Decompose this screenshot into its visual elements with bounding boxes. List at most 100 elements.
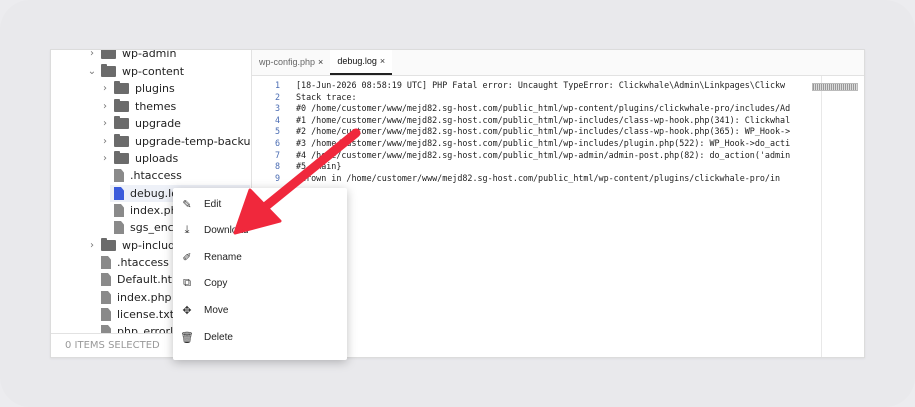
line-number: 3 <box>274 103 280 114</box>
tree-item[interactable]: › uploads <box>100 150 178 167</box>
menu-item-download[interactable]: ⤓ Download <box>173 218 347 244</box>
editor-tabs: wp-config.php × debug.log × <box>252 50 864 76</box>
chevron-right-icon[interactable]: › <box>100 118 110 129</box>
folder-icon <box>114 99 129 112</box>
chevron-right-icon[interactable]: › <box>100 136 110 147</box>
tree-item-label: license.txt <box>117 308 175 321</box>
tree-item-label: upgrade <box>135 117 181 130</box>
file-icon <box>114 221 124 234</box>
code-line: 3 #0 /home/customer/www/mejd82.sg-host.co… <box>252 103 852 115</box>
line-number: 8 <box>274 161 280 172</box>
tree-item[interactable]: license.txt <box>101 306 174 323</box>
tree-item[interactable]: › themes <box>100 98 176 115</box>
menu-item-delete[interactable]: 🗑 Delete <box>173 324 347 350</box>
code-line: 6 #3 /home/customer/www/mejd82.sg-host.co… <box>252 138 852 150</box>
tree-item[interactable]: › upgrade-temp-backup <box>100 133 251 150</box>
rename-icon: ✐ <box>182 251 192 264</box>
menu-item-label: Delete <box>204 331 233 343</box>
tree-item-label: wp-admin <box>122 50 177 60</box>
chevron-right-icon[interactable]: › <box>100 101 110 112</box>
download-icon: ⤓ <box>184 224 190 237</box>
line-number: 5 <box>274 126 280 137</box>
folder-icon <box>101 64 116 77</box>
line-number: 7 <box>274 149 280 160</box>
menu-item-copy[interactable]: ⧉ Copy <box>173 271 347 297</box>
menu-item-label: Edit <box>204 198 222 210</box>
line-number: 1 <box>274 80 280 90</box>
move-icon: ✥ <box>182 304 192 317</box>
chevron-right-icon[interactable]: › <box>100 153 110 164</box>
file-icon <box>114 169 124 182</box>
tree-item-label: plugins <box>135 82 175 95</box>
tree-item[interactable]: .htaccess <box>114 167 182 184</box>
menu-item-label: Copy <box>204 278 228 290</box>
chevron-right-icon[interactable]: › <box>87 50 97 59</box>
tree-item-label: index.php <box>117 291 172 304</box>
file-icon <box>114 187 124 200</box>
file-icon <box>101 291 111 304</box>
trash-icon: 🗑 <box>180 331 194 344</box>
tree-item[interactable]: .htaccess <box>101 254 169 271</box>
editor-tab[interactable]: debug.log × <box>330 50 393 75</box>
code-line: 7 #4 /home/customer/www/mejd82.sg-host.co… <box>252 150 852 162</box>
code-line: 1 [18-Jun-2026 08:58:19 UTC] PHP Fatal er… <box>252 80 852 92</box>
context-menu: ✎ Edit ⤓ Download ✐ Rename ⧉ Copy ✥ Move 🗑 Delete <box>173 188 347 360</box>
tree-item-label: .htaccess <box>130 169 182 182</box>
tab-label: wp-config.php <box>259 57 316 67</box>
line-text: #2 /home/customer/www/mejd82.sg-host.com… <box>296 126 791 137</box>
code-line: 2 Stack trace: <box>252 92 852 104</box>
menu-item-label: Rename <box>204 251 242 263</box>
line-number: 4 <box>274 114 280 125</box>
line-number: 6 <box>274 137 280 148</box>
folder-icon <box>101 50 116 59</box>
tree-item-label: themes <box>135 100 177 113</box>
editor-tab[interactable]: wp-config.php × <box>252 50 330 75</box>
chevron-down-icon[interactable]: ⌄ <box>87 66 97 77</box>
code-line: 9 thrown in /home/customer/www/mejd82.sg… <box>252 173 852 185</box>
folder-icon <box>114 81 129 94</box>
code-line: 8 #5 {main} <box>252 161 852 173</box>
tree-item-label: .htaccess <box>117 256 169 269</box>
close-icon[interactable]: × <box>380 56 385 66</box>
line-text: #5 {main} <box>296 161 342 172</box>
line-number: 2 <box>274 91 280 102</box>
tree-item[interactable]: index.php <box>101 289 172 306</box>
tree-item[interactable]: › wp-admin <box>87 50 176 62</box>
print-margin-line <box>821 76 822 357</box>
pencil-icon: ✎ <box>182 198 192 211</box>
tree-item-label: upgrade-temp-backup <box>135 135 251 148</box>
file-icon <box>114 204 124 217</box>
code-line: 4 #1 /home/customer/www/mejd82.sg-host.co… <box>252 115 852 127</box>
menu-item-label: Download <box>204 225 249 237</box>
folder-icon <box>101 238 116 251</box>
copy-icon: ⧉ <box>183 277 191 290</box>
tree-item[interactable]: ⌄ wp-content <box>87 63 184 80</box>
tree-item[interactable]: › plugins <box>100 80 175 97</box>
code-line: 5 #2 /home/customer/www/mejd82.sg-host.co… <box>252 126 852 138</box>
tree-item-label: uploads <box>135 152 179 165</box>
tree-item-label: wp-content <box>122 65 185 78</box>
line-text: thrown in /home/customer/www/mejd82.sg-h… <box>296 172 781 183</box>
chevron-right-icon[interactable]: › <box>87 240 97 251</box>
line-number: 9 <box>274 172 280 183</box>
line-text: #3 /home/customer/www/mejd82.sg-host.com… <box>296 137 791 148</box>
menu-item-rename[interactable]: ✐ Rename <box>173 244 347 270</box>
folder-icon <box>114 134 129 147</box>
line-text: #0 /home/customer/www/mejd82.sg-host.com… <box>296 103 791 114</box>
code-area[interactable]: 1 [18-Jun-2026 08:58:19 UTC] PHP Fatal er… <box>252 80 852 184</box>
line-text: #1 /home/customer/www/mejd82.sg-host.com… <box>296 114 791 125</box>
line-text: [18-Jun-2026 08:58:19 UTC] PHP Fatal err… <box>296 80 786 90</box>
tab-label: debug.log <box>337 56 377 66</box>
menu-item-edit[interactable]: ✎ Edit <box>173 191 347 217</box>
chevron-right-icon[interactable]: › <box>100 83 110 94</box>
close-icon[interactable]: × <box>318 57 323 67</box>
line-text: #4 /home/customer/www/mejd82.sg-host.com… <box>296 149 791 160</box>
folder-icon <box>114 151 129 164</box>
line-text: Stack trace: <box>296 91 357 102</box>
tree-item[interactable]: › upgrade <box>100 115 181 132</box>
file-icon <box>101 256 111 269</box>
minimap[interactable] <box>812 83 858 91</box>
screenshot-frame: › wp-admin ⌄ wp-content › plugins › themes › upgr… <box>0 0 915 407</box>
menu-item-move[interactable]: ✥ Move <box>173 297 347 323</box>
folder-icon <box>114 116 129 129</box>
